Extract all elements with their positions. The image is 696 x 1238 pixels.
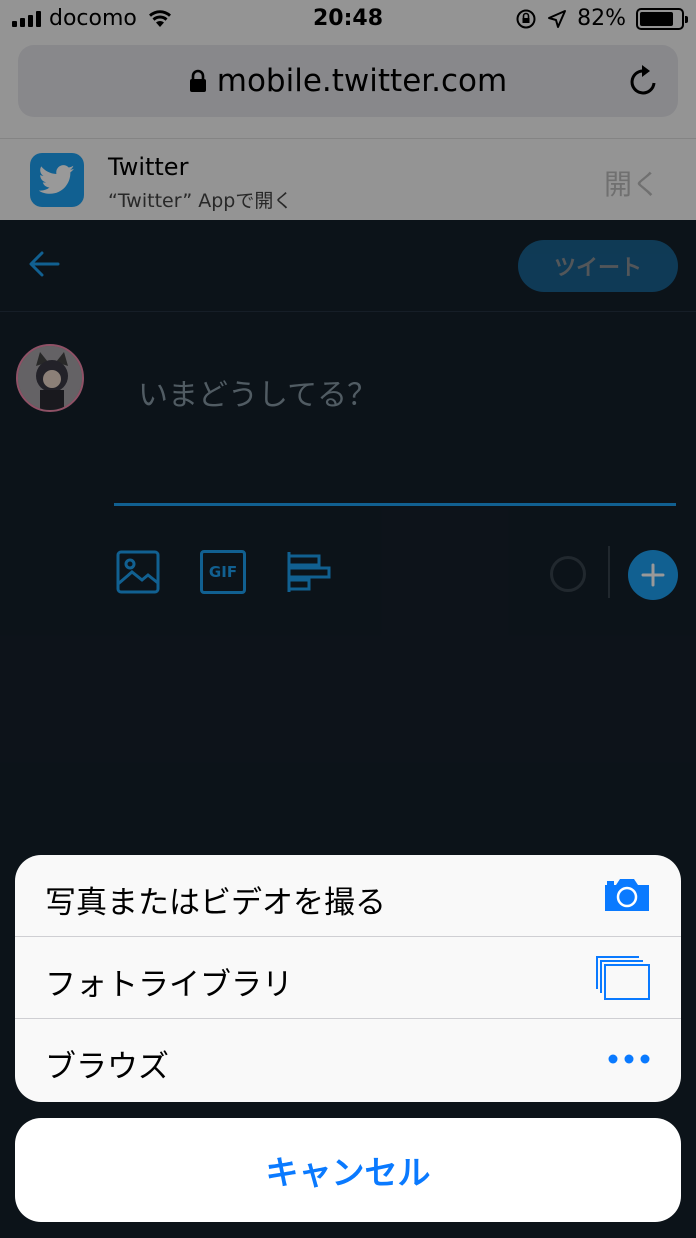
photo-library-icon (596, 956, 650, 1000)
action-browse[interactable]: ブラウズ (15, 1019, 681, 1101)
action-label: フォトライブラリ (45, 967, 293, 1003)
action-photo-library[interactable]: フォトライブラリ (15, 937, 681, 1019)
action-sheet: 写真またはビデオを撮る フォトライブラリ ブラウズ (15, 855, 681, 1102)
action-take-photo[interactable]: 写真またはビデオを撮る (15, 855, 681, 937)
action-label: 写真またはビデオを撮る (45, 885, 386, 921)
more-dots-icon (608, 1054, 650, 1064)
cancel-button[interactable]: キャンセル (15, 1118, 681, 1222)
action-label: ブラウズ (45, 1049, 169, 1085)
camera-icon (605, 879, 649, 911)
